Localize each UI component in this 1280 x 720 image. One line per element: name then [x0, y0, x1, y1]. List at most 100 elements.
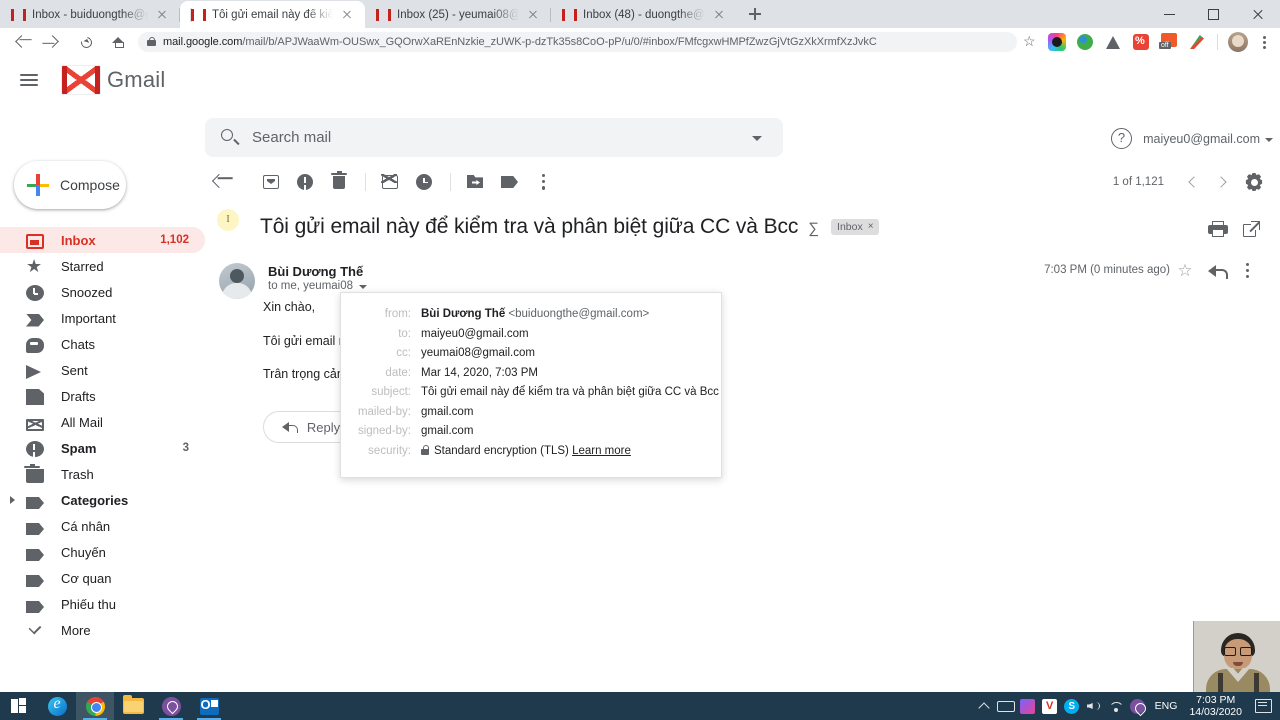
importance-marker[interactable]: I: [217, 209, 239, 231]
profile-avatar[interactable]: [1228, 32, 1248, 52]
keyboard-icon[interactable]: [995, 692, 1017, 720]
close-icon[interactable]: [339, 7, 355, 23]
chrome-menu-icon[interactable]: [1252, 30, 1276, 54]
reply-icon[interactable]: [1208, 263, 1228, 279]
move-to-button[interactable]: [459, 166, 491, 198]
reload-icon[interactable]: [72, 28, 100, 56]
account-switcher[interactable]: maiyeu0@gmail.com: [1143, 132, 1273, 146]
chevron-down-icon: [1265, 138, 1273, 142]
browser-tab-4[interactable]: Inbox (48) - duongthe@ut.edu.v: [551, 1, 737, 28]
extension-icon-4[interactable]: %: [1130, 31, 1152, 53]
sidebar-item-starred[interactable]: ★ Starred: [0, 253, 205, 279]
details-value: Tôi gửi email này để kiểm tra và phân bi…: [421, 386, 719, 398]
address-bar[interactable]: mail.google.com/mail/b/APJWaaWm-OUSwx_GQ…: [138, 32, 1017, 52]
minimize-button[interactable]: [1148, 0, 1192, 28]
sidebar-item-sent[interactable]: Sent: [0, 357, 205, 383]
sidebar-item-ca-nhan[interactable]: Cá nhân: [0, 513, 205, 539]
archive-button[interactable]: [255, 166, 287, 198]
extension-icon-2[interactable]: [1074, 31, 1096, 53]
report-spam-button[interactable]: [289, 166, 321, 198]
viber-icon[interactable]: [152, 692, 190, 720]
snooze-button[interactable]: [408, 166, 440, 198]
action-center-icon[interactable]: [1252, 698, 1274, 714]
from-name: Bùi Dương Thế: [421, 308, 506, 320]
remove-label-icon[interactable]: ×: [868, 221, 874, 232]
skype-icon[interactable]: S: [1061, 692, 1083, 720]
chevron-down-icon[interactable]: [359, 285, 368, 289]
reply-button-label: Reply: [306, 419, 341, 435]
sidebar-item-chats[interactable]: Chats: [0, 331, 205, 357]
learn-more-link[interactable]: Learn more: [572, 445, 631, 457]
chrome-icon[interactable]: [76, 692, 114, 720]
expand-arrow-icon[interactable]: [10, 496, 15, 504]
sidebar-item-more[interactable]: More: [0, 617, 205, 643]
file-explorer-icon[interactable]: [114, 692, 152, 720]
sidebar-item-phieu-thu[interactable]: Phiếu thu: [0, 591, 205, 617]
browser-tab-1[interactable]: Inbox - buiduongthe@gmail.com: [0, 1, 180, 28]
close-icon[interactable]: [154, 7, 170, 23]
sidebar-item-trash[interactable]: Trash: [0, 461, 205, 487]
sidebar-item-important[interactable]: Important: [0, 305, 205, 331]
search-input[interactable]: [252, 129, 745, 146]
sidebar-item-drafts[interactable]: Drafts: [0, 383, 205, 409]
details-row-to: to: maiyeu0@gmail.com: [341, 327, 705, 342]
close-window-button[interactable]: [1236, 0, 1280, 28]
browser-tab-3[interactable]: Inbox (25) - yeumai08@gmail.co: [365, 1, 551, 28]
search-options-chevron-down-icon[interactable]: [745, 126, 769, 150]
gear-icon[interactable]: [1240, 168, 1268, 196]
bookmark-star-icon[interactable]: ☆: [1017, 29, 1043, 55]
viber-tray-icon[interactable]: [1127, 692, 1149, 720]
back-icon[interactable]: [8, 28, 36, 56]
extension-icon-6[interactable]: [1186, 31, 1208, 53]
wifi-icon[interactable]: [1105, 692, 1127, 720]
help-icon[interactable]: ?: [1111, 128, 1132, 149]
more-options-icon[interactable]: [1238, 261, 1258, 283]
star-icon[interactable]: ☆: [1175, 261, 1195, 281]
clock[interactable]: 7:03 PM 14/03/2020: [1189, 694, 1242, 718]
new-tab-button[interactable]: [741, 0, 769, 28]
compose-button[interactable]: Compose: [14, 161, 126, 209]
volume-icon[interactable]: [1083, 692, 1105, 720]
sent-icon: [26, 365, 44, 379]
details-value: maiyeu0@gmail.com: [421, 327, 529, 340]
extension-icon-1[interactable]: [1046, 31, 1068, 53]
unikey-icon[interactable]: V: [1039, 692, 1061, 720]
forward-icon[interactable]: [40, 28, 68, 56]
sidebar-item-co-quan[interactable]: Cơ quan: [0, 565, 205, 591]
recipients-summary[interactable]: to me, yeumai08: [268, 280, 368, 292]
previous-page-button[interactable]: [1178, 168, 1206, 196]
sidebar-item-categories[interactable]: Categories: [0, 487, 205, 513]
extension-icon-3[interactable]: [1102, 31, 1124, 53]
sidebar-item-inbox[interactable]: Inbox 1,102: [0, 227, 205, 253]
app-tray-icon[interactable]: [1017, 692, 1039, 720]
home-icon[interactable]: [104, 28, 132, 56]
open-in-new-window-icon[interactable]: [1243, 221, 1260, 238]
hamburger-icon[interactable]: [17, 68, 41, 92]
language-indicator[interactable]: ENG: [1155, 700, 1178, 712]
sidebar-item-all-mail[interactable]: All Mail: [0, 409, 205, 435]
windows-start-icon[interactable]: [0, 692, 38, 720]
sidebar-item-snoozed[interactable]: Snoozed: [0, 279, 205, 305]
mark-as-unread-button[interactable]: [374, 166, 406, 198]
inbox-label-chip[interactable]: Inbox ×: [831, 218, 879, 236]
delete-button[interactable]: [323, 166, 355, 198]
show-hidden-icons-chevron[interactable]: [973, 692, 995, 720]
close-icon[interactable]: [711, 7, 727, 23]
outlook-icon[interactable]: [190, 692, 228, 720]
sidebar-item-label: Snoozed: [61, 284, 113, 300]
edge-icon[interactable]: [38, 692, 76, 720]
sidebar-item-spam[interactable]: Spam 3: [0, 435, 205, 461]
search-bar[interactable]: [205, 118, 783, 157]
extension-icon-5-off[interactable]: off: [1158, 31, 1180, 53]
browser-tab-2[interactable]: Tôi gửi email này để kiểm tra và: [180, 1, 365, 28]
labels-button[interactable]: [493, 166, 525, 198]
back-to-inbox-button[interactable]: [205, 166, 237, 198]
gmail-logo[interactable]: Gmail: [61, 65, 165, 95]
more-options-button[interactable]: [527, 166, 559, 198]
close-icon[interactable]: [525, 7, 541, 23]
maximize-button[interactable]: [1192, 0, 1236, 28]
next-page-button[interactable]: [1206, 168, 1234, 196]
sidebar-item-chuyen[interactable]: Chuyến: [0, 539, 205, 565]
label-icon: [26, 601, 44, 613]
print-icon[interactable]: [1208, 221, 1228, 237]
